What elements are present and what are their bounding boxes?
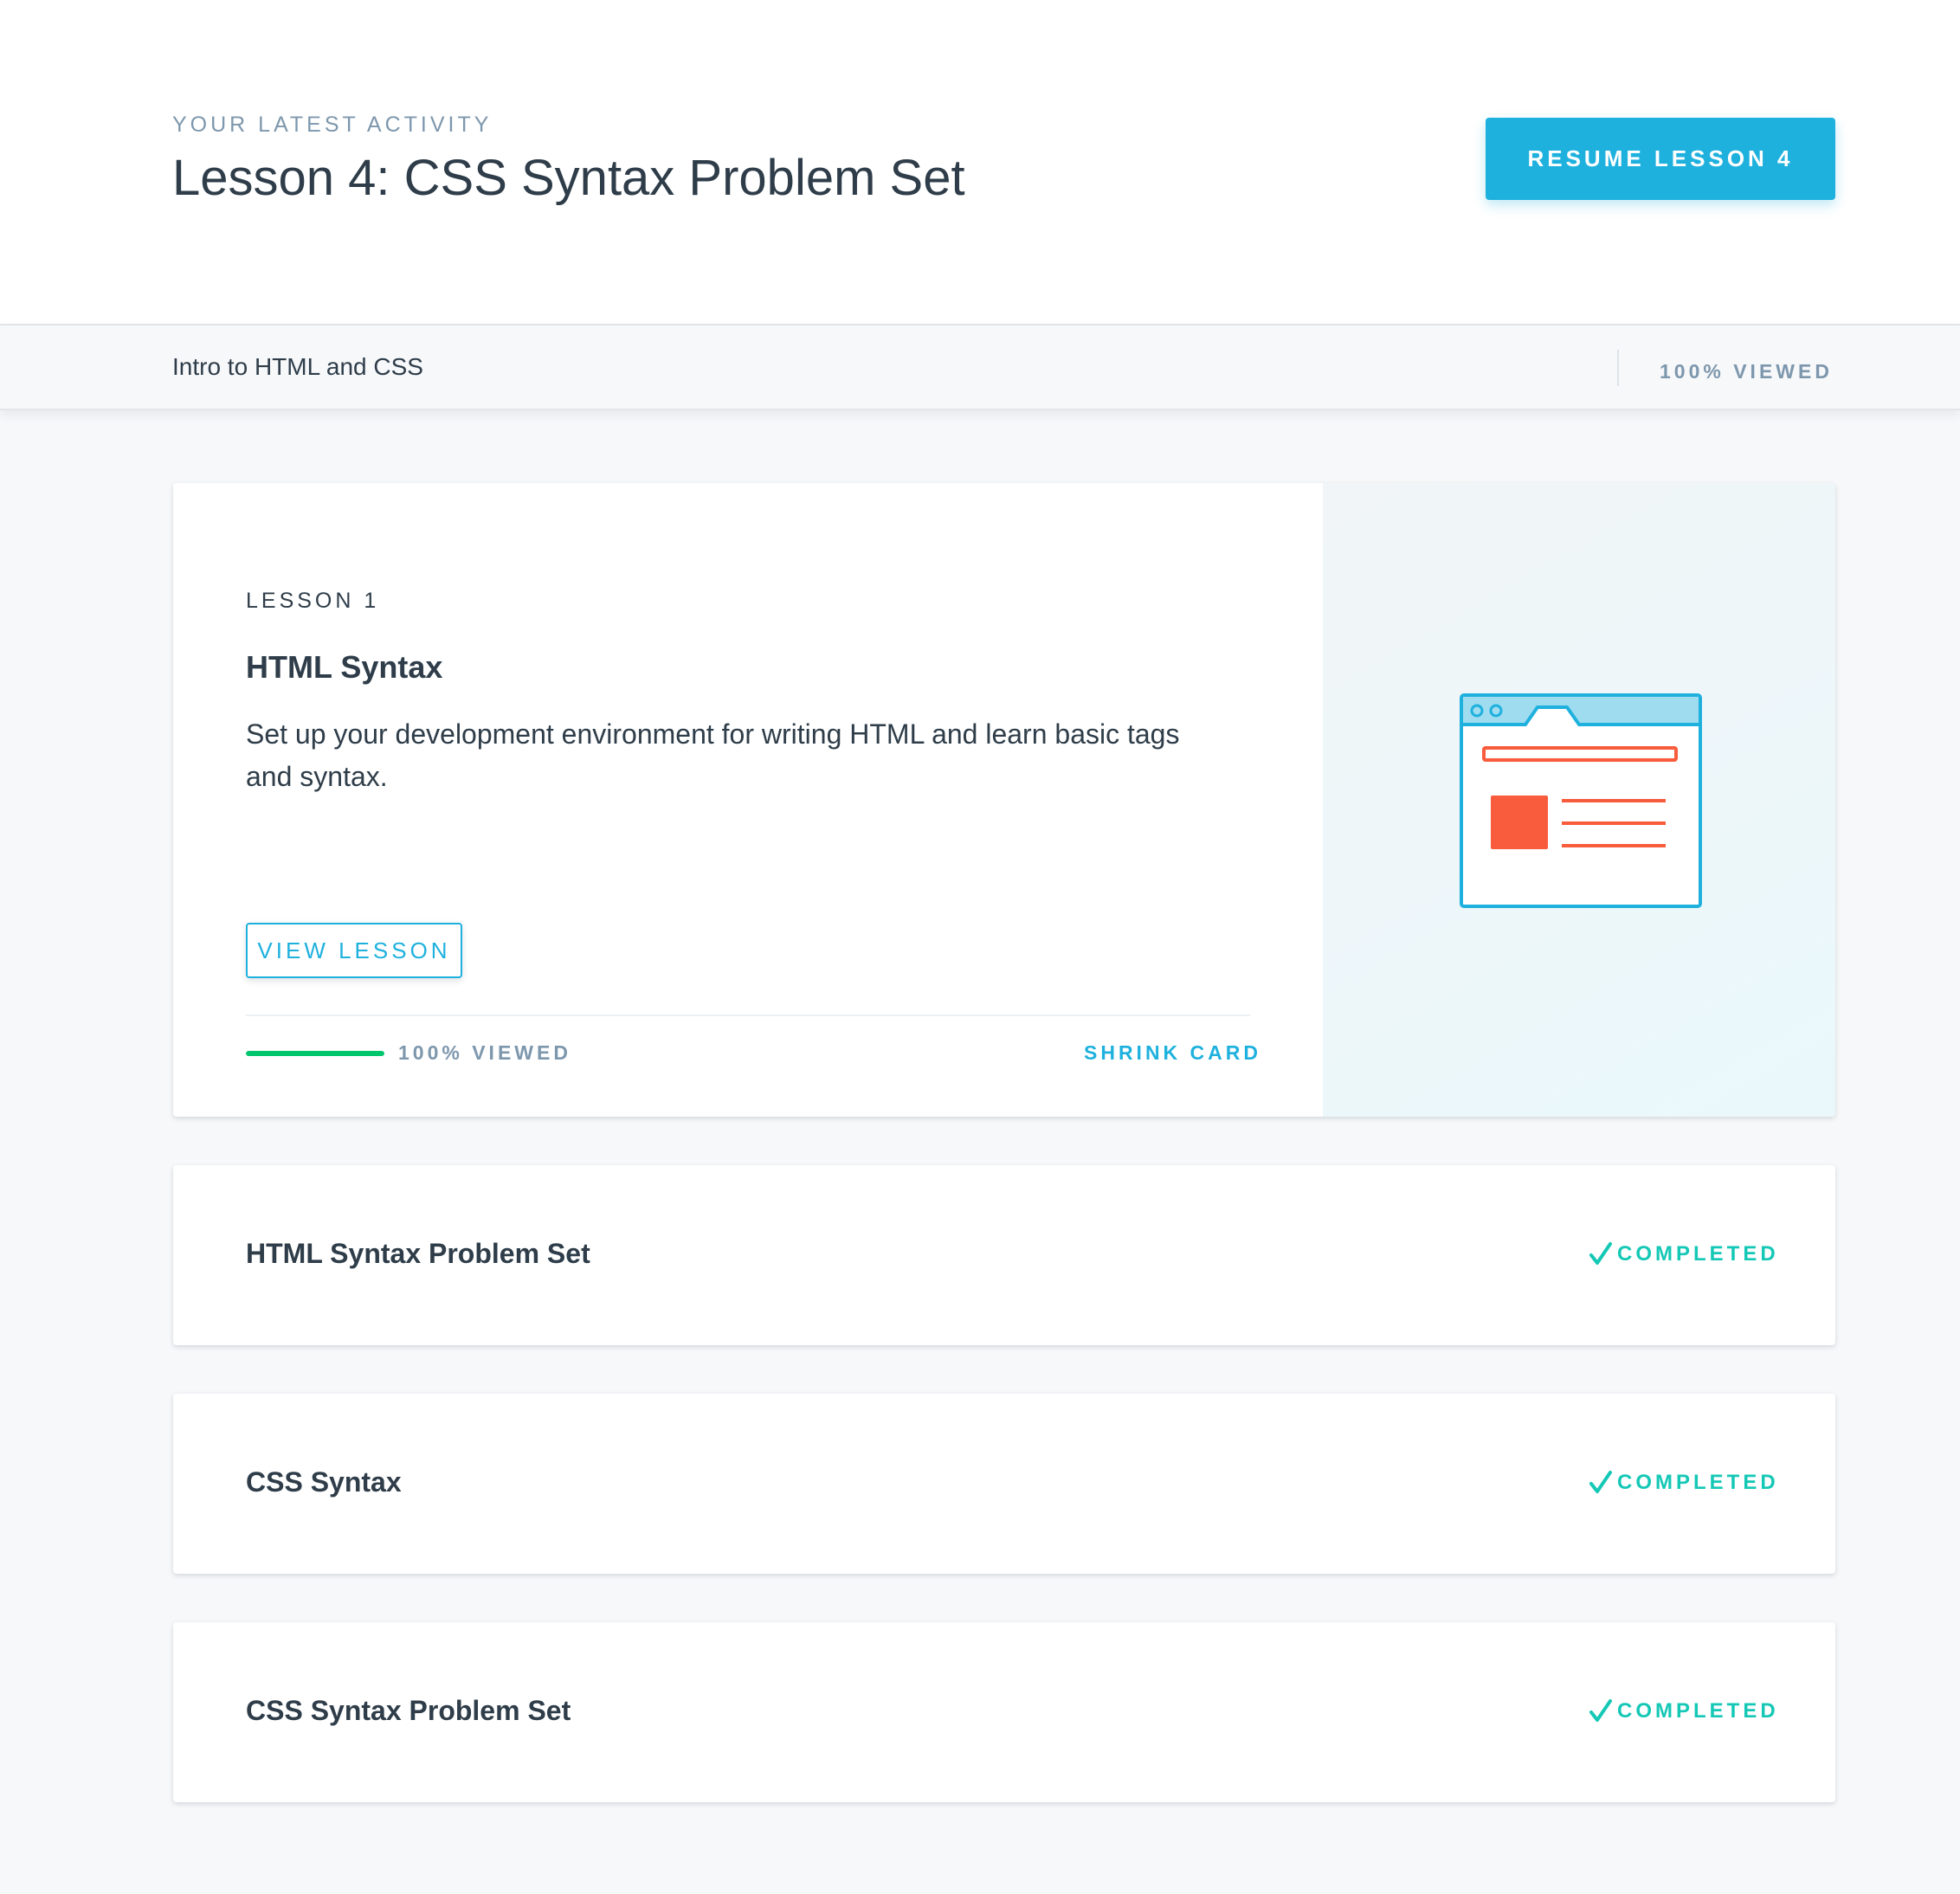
browser-window-icon — [1460, 693, 1702, 908]
shrink-card-link[interactable]: SHRINK CARD — [1084, 1041, 1261, 1065]
view-lesson-button[interactable]: VIEW LESSON — [246, 923, 462, 978]
status-label: COMPLETED — [1617, 1699, 1779, 1723]
lesson-row[interactable]: HTML Syntax Problem Set COMPLETED — [173, 1165, 1835, 1345]
progress-bar — [246, 1051, 384, 1056]
completed-status: COMPLETED — [1588, 1698, 1779, 1724]
lesson-row-title: HTML Syntax Problem Set — [246, 1238, 590, 1269]
checkmark-icon — [1589, 1242, 1612, 1265]
lesson-title: HTML Syntax — [246, 649, 443, 685]
course-bar: Intro to HTML and CSS 100% VIEWED — [0, 325, 1960, 410]
lesson-label: LESSON 1 — [246, 589, 380, 613]
status-label: COMPLETED — [1617, 1471, 1779, 1494]
lesson-row-title: CSS Syntax — [246, 1466, 402, 1498]
lesson-viewed-status: 100% VIEWED — [398, 1041, 571, 1064]
lesson-art-panel — [1323, 483, 1835, 1117]
lesson-description: Set up your development environment for … — [246, 718, 1180, 792]
course-name: Intro to HTML and CSS — [172, 353, 423, 380]
divider — [246, 1015, 1250, 1016]
checkmark-icon — [1589, 1699, 1612, 1722]
lesson-row[interactable]: CSS Syntax Problem Set COMPLETED — [173, 1622, 1835, 1802]
resume-lesson-button[interactable]: RESUME LESSON 4 — [1486, 118, 1835, 200]
course-viewed-status: 100% VIEWED — [1660, 360, 1833, 383]
completed-status: COMPLETED — [1588, 1470, 1779, 1496]
lesson-card-expanded: LESSON 1 HTML Syntax Set up your develop… — [173, 483, 1835, 1117]
status-label: COMPLETED — [1617, 1242, 1779, 1266]
lesson-row[interactable]: CSS Syntax COMPLETED — [173, 1394, 1835, 1574]
lesson-row-title: CSS Syntax Problem Set — [246, 1695, 571, 1726]
divider — [1617, 350, 1619, 386]
checkmark-icon — [1589, 1471, 1612, 1493]
activity-header: YOUR LATEST ACTIVITY Lesson 4: CSS Synta… — [0, 0, 1960, 325]
activity-eyebrow: YOUR LATEST ACTIVITY — [172, 113, 493, 137]
page-title: Lesson 4: CSS Syntax Problem Set — [172, 150, 965, 206]
completed-status: COMPLETED — [1588, 1241, 1779, 1267]
progress-bar-fill — [246, 1051, 384, 1056]
